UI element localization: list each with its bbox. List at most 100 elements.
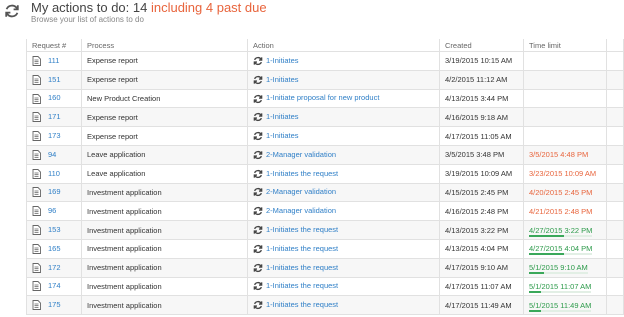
title-count: My actions to do: 14 bbox=[31, 0, 151, 15]
request-link[interactable]: 173 bbox=[48, 131, 61, 140]
table-row[interactable]: 94 Leave application 2-Manager validation 3… bbox=[26, 144, 624, 165]
refresh-icon bbox=[253, 300, 263, 310]
request-cell: 174 bbox=[26, 276, 82, 297]
request-link[interactable]: 110 bbox=[48, 169, 60, 178]
action-link[interactable]: 2-Manager validation bbox=[266, 187, 336, 196]
document-icon[interactable] bbox=[32, 206, 41, 217]
request-link[interactable]: 94 bbox=[48, 150, 56, 159]
table-body: 111 Expense report 1-Initiates 3/19/2015 10… bbox=[26, 51, 624, 316]
document-icon[interactable] bbox=[32, 262, 41, 273]
request-link[interactable]: 169 bbox=[48, 187, 61, 196]
request-link[interactable]: 175 bbox=[48, 300, 61, 309]
request-link[interactable]: 172 bbox=[48, 263, 61, 272]
action-link[interactable]: 1-Initiates bbox=[266, 75, 299, 84]
document-icon[interactable] bbox=[32, 300, 41, 311]
created-cell: 4/13/2015 3:44 PM bbox=[439, 88, 524, 109]
action-link[interactable]: 1-Initiates the request bbox=[266, 225, 338, 234]
table-row[interactable]: 171 Expense report 1-Initiates 4/16/2015 9:… bbox=[26, 107, 624, 128]
table-row[interactable]: 175 Investment application 1-Initiates the… bbox=[26, 295, 624, 316]
action-link[interactable]: 1-Initiate proposal for new product bbox=[266, 93, 379, 102]
time-limit-ok: 5/1/2015 11:49 AM bbox=[529, 301, 592, 312]
request-link[interactable]: 153 bbox=[48, 225, 61, 234]
time-progress-fill bbox=[529, 234, 564, 237]
column-header-time-limit[interactable]: Time limit bbox=[523, 39, 607, 52]
created-cell: 4/16/2015 2:48 PM bbox=[439, 201, 524, 222]
request-link[interactable]: 96 bbox=[48, 206, 56, 215]
process-cell: New Product Creation bbox=[81, 88, 248, 109]
process-cell: Expense report bbox=[81, 126, 248, 146]
action-link[interactable]: 1-Initiates bbox=[266, 131, 299, 140]
request-cell: 94 bbox=[26, 144, 82, 165]
process-cell: Expense report bbox=[81, 51, 248, 71]
time-limit-text: 5/1/2015 9:10 AM bbox=[529, 263, 588, 273]
action-link[interactable]: 1-Initiates the request bbox=[266, 169, 338, 178]
document-icon[interactable] bbox=[32, 168, 41, 179]
refresh-icon bbox=[253, 94, 263, 104]
extra-cell bbox=[606, 51, 624, 71]
time-progress-bar bbox=[529, 272, 588, 275]
request-cell: 153 bbox=[26, 220, 82, 240]
extra-cell bbox=[606, 257, 624, 278]
document-icon[interactable] bbox=[32, 55, 41, 66]
document-icon[interactable] bbox=[32, 112, 41, 123]
table-row[interactable]: 151 Expense report 1-Initiates 4/2/2015 11:… bbox=[26, 69, 624, 90]
time-progress-bar bbox=[529, 253, 593, 256]
table-row[interactable]: 174 Investment application 1-Initiates the… bbox=[26, 276, 624, 297]
action-link[interactable]: 1-Initiates bbox=[266, 56, 299, 65]
document-icon[interactable] bbox=[32, 187, 41, 198]
action-link[interactable]: 1-Initiates the request bbox=[266, 244, 338, 253]
action-link[interactable]: 1-Initiates bbox=[266, 112, 299, 121]
document-icon[interactable] bbox=[32, 74, 41, 85]
table-row[interactable]: 96 Investment application 2-Manager valida… bbox=[26, 201, 624, 222]
refresh-icon bbox=[253, 112, 263, 122]
document-icon[interactable] bbox=[32, 225, 41, 236]
process-cell: Investment application bbox=[81, 238, 248, 259]
created-cell: 4/13/2015 3:22 PM bbox=[439, 220, 524, 240]
request-link[interactable]: 151 bbox=[48, 75, 61, 84]
table-row[interactable]: 153 Investment application 1-Initiates the… bbox=[26, 220, 624, 240]
extra-cell bbox=[606, 163, 624, 184]
table-row[interactable]: 160 New Product Creation 1-Initiate propos… bbox=[26, 88, 624, 109]
time-limit-cell bbox=[523, 88, 607, 109]
column-header-extra bbox=[606, 39, 624, 52]
table-row[interactable]: 165 Investment application 1-Initiates the… bbox=[26, 238, 624, 259]
time-limit-cell: 5/1/2015 9:10 AM bbox=[523, 257, 607, 278]
table-row[interactable]: 169 Investment application 2-Manager valid… bbox=[26, 182, 624, 203]
document-icon[interactable] bbox=[32, 281, 41, 292]
request-link[interactable]: 111 bbox=[48, 56, 59, 65]
document-icon[interactable] bbox=[32, 149, 41, 160]
table-row[interactable]: 173 Expense report 1-Initiates 4/17/2015 11… bbox=[26, 126, 624, 146]
refresh-icon bbox=[253, 150, 263, 160]
column-header-action[interactable]: Action bbox=[247, 39, 440, 52]
action-link[interactable]: 2-Manager validation bbox=[266, 206, 336, 215]
action-link[interactable]: 2-Manager validation bbox=[266, 150, 336, 159]
request-link[interactable]: 171 bbox=[48, 112, 61, 121]
time-limit-text: 4/27/2015 4:04 PM bbox=[529, 244, 593, 254]
extra-cell bbox=[606, 238, 624, 259]
column-header-request[interactable]: Request # bbox=[26, 39, 82, 52]
column-header-created[interactable]: Created bbox=[439, 39, 524, 52]
table-row[interactable]: 172 Investment application 1-Initiates the… bbox=[26, 257, 624, 278]
refresh-icon bbox=[253, 244, 263, 254]
time-limit-cell: 5/1/2015 11:07 AM bbox=[523, 276, 607, 297]
document-icon[interactable] bbox=[32, 131, 41, 142]
request-link[interactable]: 174 bbox=[48, 281, 61, 290]
table-row[interactable]: 111 Expense report 1-Initiates 3/19/2015 10… bbox=[26, 51, 624, 71]
document-icon[interactable] bbox=[32, 243, 41, 254]
process-cell: Expense report bbox=[81, 107, 248, 128]
document-icon[interactable] bbox=[32, 93, 41, 104]
refresh-icon bbox=[253, 263, 263, 273]
request-link[interactable]: 165 bbox=[48, 244, 61, 253]
created-cell: 4/17/2015 11:07 AM bbox=[439, 276, 524, 297]
created-cell: 4/17/2015 9:10 AM bbox=[439, 257, 524, 278]
action-link[interactable]: 1-Initiates the request bbox=[266, 300, 338, 309]
refresh-icon[interactable] bbox=[4, 3, 20, 19]
request-link[interactable]: 160 bbox=[48, 93, 61, 102]
action-link[interactable]: 1-Initiates the request bbox=[266, 263, 338, 272]
column-header-process[interactable]: Process bbox=[81, 39, 248, 52]
action-link[interactable]: 1-Initiates the request bbox=[266, 281, 338, 290]
table-row[interactable]: 110 Leave application 1-Initiates the requ… bbox=[26, 163, 624, 184]
action-cell: 2-Manager validation bbox=[247, 144, 440, 165]
refresh-icon bbox=[253, 169, 263, 179]
refresh-icon bbox=[253, 206, 263, 216]
